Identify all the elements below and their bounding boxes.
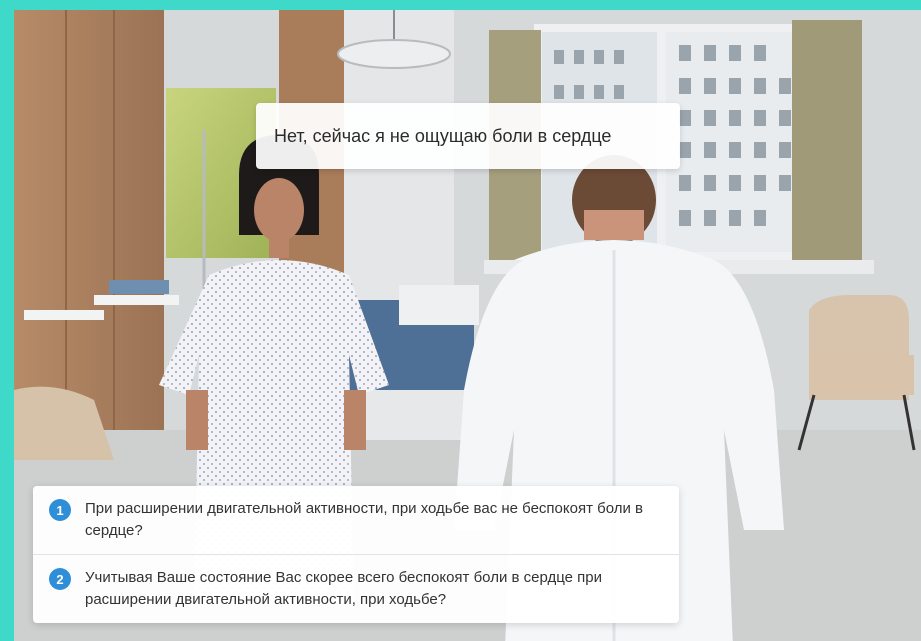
answer-option-2[interactable]: 2 Учитывая Ваше состояние Вас скорее все… — [33, 554, 679, 623]
answer-options-panel: 1 При расширении двигательной активности… — [33, 486, 679, 623]
ceiling-lamp — [337, 39, 451, 69]
option-text: Учитывая Ваше состояние Вас скорее всего… — [85, 569, 602, 608]
option-text: При расширении двигательной активности, … — [85, 500, 643, 539]
curtain-right — [792, 20, 862, 272]
answer-option-1[interactable]: 1 При расширении двигательной активности… — [33, 486, 679, 554]
patient-speech-text: Нет, сейчас я не ощущаю боли в сердце — [274, 125, 612, 146]
patient-speech-bubble: Нет, сейчас я не ощущаю боли в сердце — [256, 103, 680, 169]
option-number-badge: 2 — [49, 568, 71, 590]
option-number-badge: 1 — [49, 499, 71, 521]
